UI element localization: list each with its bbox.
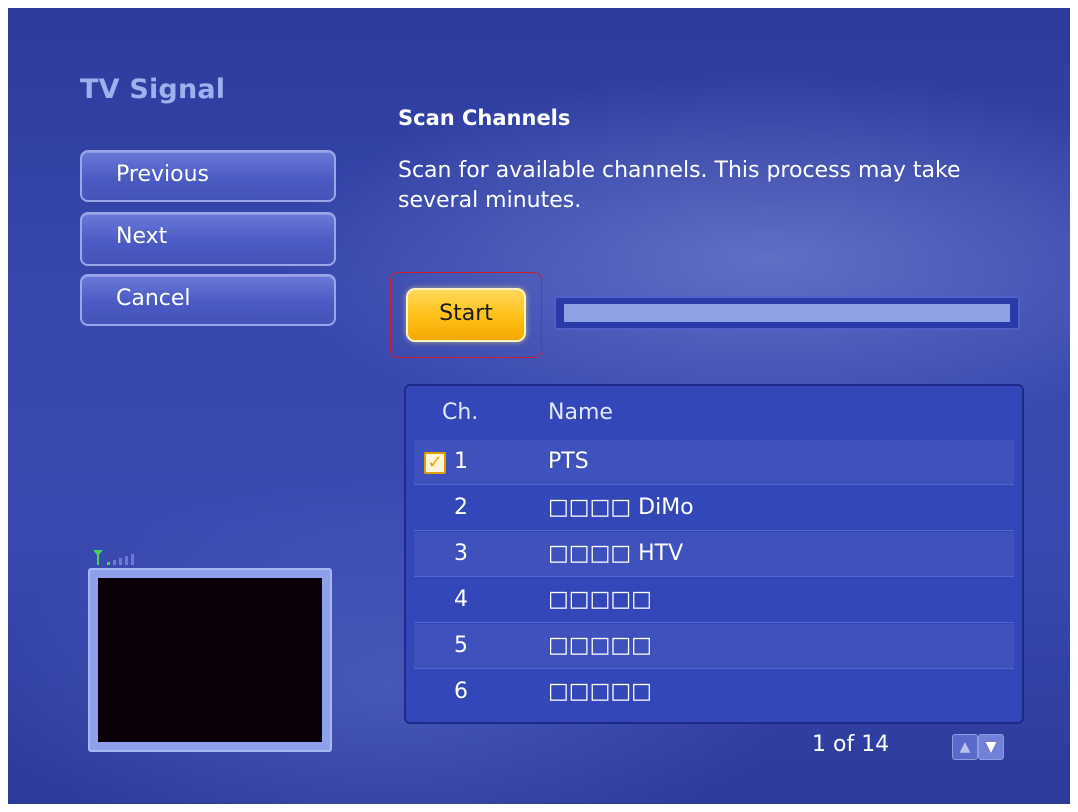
video-preview-screen [98, 578, 322, 742]
antenna-signal-icon [93, 550, 134, 565]
channel-name: PTS [548, 449, 589, 474]
channel-list-header: Ch. Name [406, 400, 1022, 436]
page-title: TV Signal [80, 74, 226, 105]
section-description: Scan for available channels. This proces… [398, 158, 961, 213]
channel-name: □□□□□ [548, 679, 652, 704]
start-button[interactable]: Start [406, 288, 526, 342]
scan-progress-bar [554, 296, 1020, 330]
channel-row[interactable]: 4 □□□□□ [414, 578, 1014, 622]
section-title: Scan Channels [398, 106, 571, 130]
row-divider [414, 668, 1014, 669]
progress-track [564, 304, 1010, 322]
checkbox-checked[interactable]: ✓ [424, 452, 446, 474]
next-button[interactable]: Next [80, 212, 336, 266]
page-down-button[interactable]: ▼ [978, 734, 1004, 760]
video-preview [88, 568, 332, 752]
channel-row[interactable]: 5 □□□□□ [414, 624, 1014, 668]
column-header-ch: Ch. [442, 400, 479, 425]
chevron-up-icon: ▲ [959, 739, 971, 755]
tv-setup-screen: TV Signal Previous Next Cancel Scan Chan… [8, 8, 1070, 804]
page-up-button[interactable]: ▲ [952, 734, 978, 760]
row-divider [414, 576, 1014, 577]
previous-button[interactable]: Previous [80, 150, 336, 202]
cancel-button-label: Cancel [116, 286, 191, 311]
chevron-down-icon: ▼ [985, 739, 997, 755]
channel-name: □□□□ DiMo [548, 495, 694, 520]
channel-row[interactable]: 3 □□□□ HTV [414, 532, 1014, 576]
channel-name: □□□□□ [548, 633, 652, 658]
channel-number: 2 [454, 495, 468, 520]
checkmark-icon: ✓ [427, 452, 443, 473]
next-button-label: Next [116, 224, 168, 249]
channel-number: 4 [454, 587, 468, 612]
row-divider [414, 622, 1014, 623]
previous-button-label: Previous [116, 162, 209, 187]
channel-name: □□□□□ [548, 587, 652, 612]
column-header-name: Name [548, 400, 613, 425]
cancel-button[interactable]: Cancel [80, 274, 336, 326]
row-divider [414, 530, 1014, 531]
channel-number: 6 [454, 679, 468, 704]
channel-name: □□□□ HTV [548, 541, 684, 566]
channel-number: 1 [454, 449, 468, 474]
channel-number: 5 [454, 633, 468, 658]
channel-row[interactable]: 2 □□□□ DiMo [414, 486, 1014, 530]
channel-row[interactable]: 6 □□□□□ [414, 670, 1014, 714]
page-indicator: 1 of 14 [812, 732, 890, 757]
channel-number: 3 [454, 541, 468, 566]
channel-list: Ch. Name ✓ 1 PTS 2 □□□□ DiMo 3 □□□□ HTV … [404, 384, 1024, 724]
channel-row[interactable]: ✓ 1 PTS [414, 440, 1014, 484]
row-divider [414, 484, 1014, 485]
